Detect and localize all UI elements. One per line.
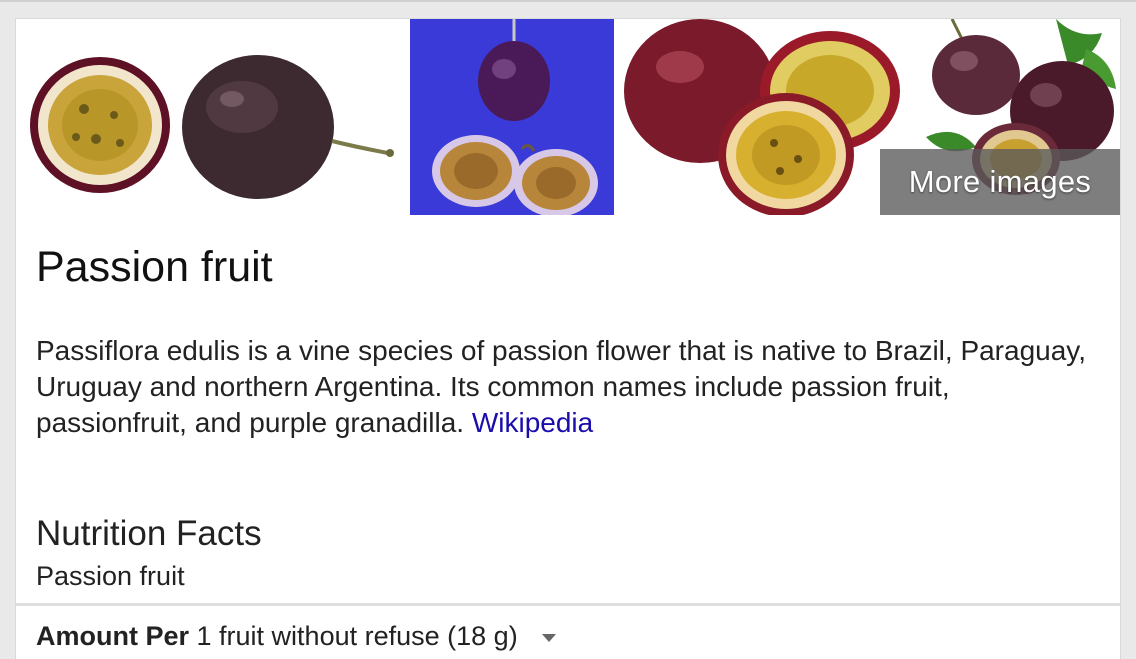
amount-per-label: Amount Per xyxy=(36,621,190,651)
serving-size-select[interactable]: 1 fruit without refuse (18 g) xyxy=(197,621,556,651)
nutrition-facts-heading: Nutrition Facts xyxy=(36,514,262,553)
more-images-button[interactable]: More images xyxy=(880,149,1120,215)
image-strip: More images xyxy=(16,19,1120,215)
entity-description: Passiflora edulis is a vine species of p… xyxy=(36,333,1106,441)
fruit-image-3-art xyxy=(614,19,906,215)
knowledge-panel: More images Passion fruit Passiflora edu… xyxy=(16,19,1120,659)
nutrition-divider xyxy=(16,603,1120,606)
fruit-image-1-art xyxy=(16,19,410,215)
fruit-image-3[interactable] xyxy=(614,19,906,215)
fruit-image-1[interactable] xyxy=(16,19,410,215)
serving-size-value: 1 fruit without refuse (18 g) xyxy=(196,621,518,651)
fruit-image-2[interactable] xyxy=(410,19,614,215)
top-border xyxy=(0,0,1136,2)
chevron-down-icon xyxy=(541,633,556,642)
fruit-image-2-art xyxy=(410,19,614,215)
entity-title: Passion fruit xyxy=(36,243,273,291)
amount-per-row: Amount Per 1 fruit without refuse (18 g) xyxy=(36,619,556,653)
wikipedia-link[interactable]: Wikipedia xyxy=(472,407,593,438)
nutrition-facts-subtitle: Passion fruit xyxy=(36,561,185,591)
